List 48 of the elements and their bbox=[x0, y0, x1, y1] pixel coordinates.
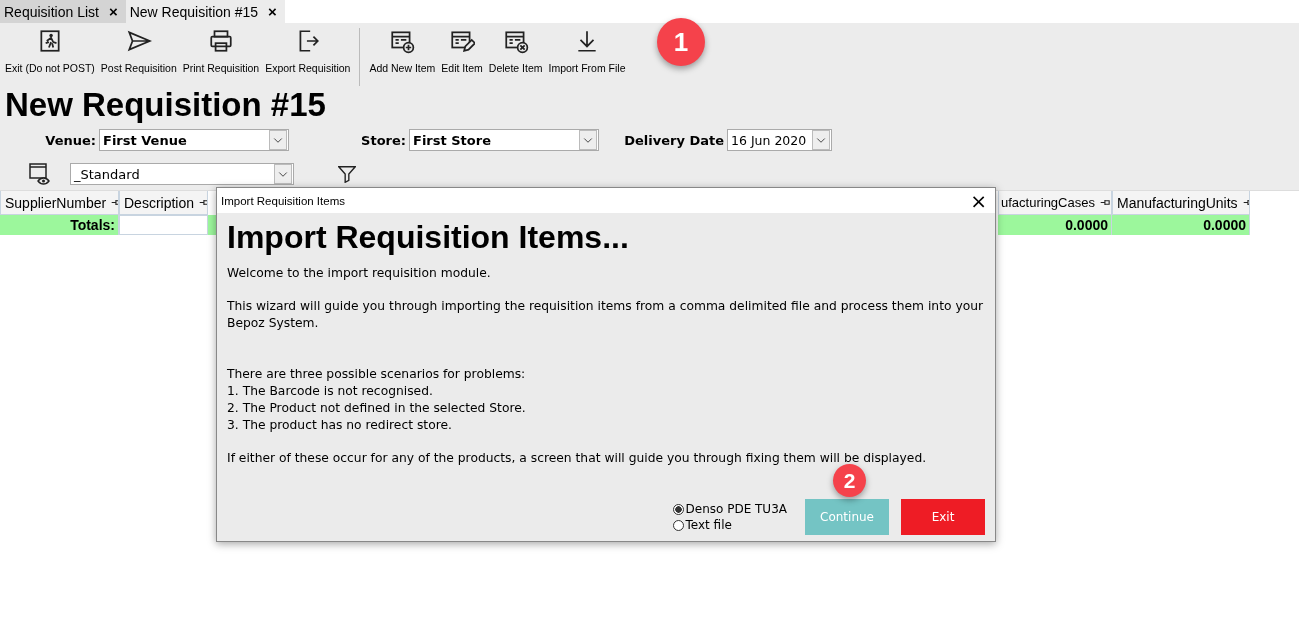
toolbar-button[interactable]: Post Requisition bbox=[97, 28, 180, 74]
toolbar-button[interactable]: Add New Item bbox=[366, 28, 439, 74]
toolbar-button[interactable]: Exit (Do not POST) bbox=[2, 28, 98, 74]
column-header[interactable]: SupplierNumber bbox=[0, 191, 119, 215]
toolbar-button[interactable]: Import From File bbox=[545, 28, 629, 74]
dropdown[interactable]: _Standard bbox=[70, 163, 294, 185]
table-cell: 0.0000 bbox=[1112, 215, 1250, 235]
paragraph: Welcome to the import requisition module. bbox=[227, 265, 492, 282]
close-icon[interactable]: × bbox=[268, 3, 277, 20]
printer-icon bbox=[207, 28, 234, 54]
filter-icon bbox=[338, 165, 356, 183]
close-icon[interactable]: × bbox=[108, 3, 118, 20]
toolbar-button[interactable]: Edit Item bbox=[438, 28, 486, 74]
field-label: Delivery Date bbox=[623, 132, 725, 148]
toolbar-button[interactable]: Delete Item bbox=[485, 28, 546, 74]
tab[interactable]: Requisition List × bbox=[0, 0, 126, 23]
toolbar-button[interactable]: Export Requisition bbox=[262, 28, 354, 74]
table-cell: Totals: bbox=[0, 215, 119, 235]
column-header[interactable]: ufacturingCases bbox=[998, 191, 1112, 215]
paragraph: There are three possible scenarios for problems: 1. The Barcode is not recognised. 2. The Product not defined in the selected Store. 3. The product has no redirect store. bbox=[227, 366, 527, 434]
pin-icon bbox=[110, 197, 118, 208]
view-icon bbox=[26, 161, 52, 187]
dialog-heading: Import Requisition Items... bbox=[227, 218, 629, 257]
window-title: Import Requisition Items bbox=[221, 194, 345, 207]
exit-button[interactable]: Exit bbox=[901, 499, 985, 535]
pin-icon bbox=[198, 197, 207, 208]
delete-list-icon bbox=[502, 28, 529, 54]
edit-list-icon bbox=[449, 28, 476, 54]
paragraph: This wizard will guide you through importing the requisition items from a comma delimited file and process them into your Bepoz System. bbox=[227, 298, 985, 332]
send-icon bbox=[125, 28, 152, 54]
pin-icon bbox=[1241, 197, 1249, 208]
add-list-icon bbox=[389, 28, 416, 54]
radio-option[interactable]: Text file bbox=[672, 518, 787, 532]
table-cell: 0.0000 bbox=[998, 215, 1112, 235]
toolbar-button[interactable]: Print Requisition bbox=[179, 28, 263, 74]
column-header[interactable]: ManufacturingUnits bbox=[1112, 191, 1250, 215]
paragraph: If either of these occur for any of the products, a screen that will guide you through fixing them will be displayed. bbox=[227, 450, 928, 467]
close-button[interactable]: × bbox=[970, 190, 987, 211]
dropdown[interactable]: First Store bbox=[409, 129, 599, 151]
tab[interactable]: New Requisition #15 × bbox=[125, 0, 285, 23]
page-title: New Requisition #15 bbox=[0, 85, 1299, 122]
dropdown[interactable]: First Venue bbox=[99, 129, 289, 151]
field-label: Venue: bbox=[44, 132, 97, 148]
dropdown[interactable]: 16 Jun 2020 bbox=[727, 129, 832, 151]
radio-option[interactable]: Denso PDE TU3A bbox=[672, 502, 787, 516]
pin-icon bbox=[1098, 197, 1110, 208]
field-label: Store: bbox=[360, 132, 407, 148]
column-header[interactable]: Description bbox=[119, 191, 208, 215]
